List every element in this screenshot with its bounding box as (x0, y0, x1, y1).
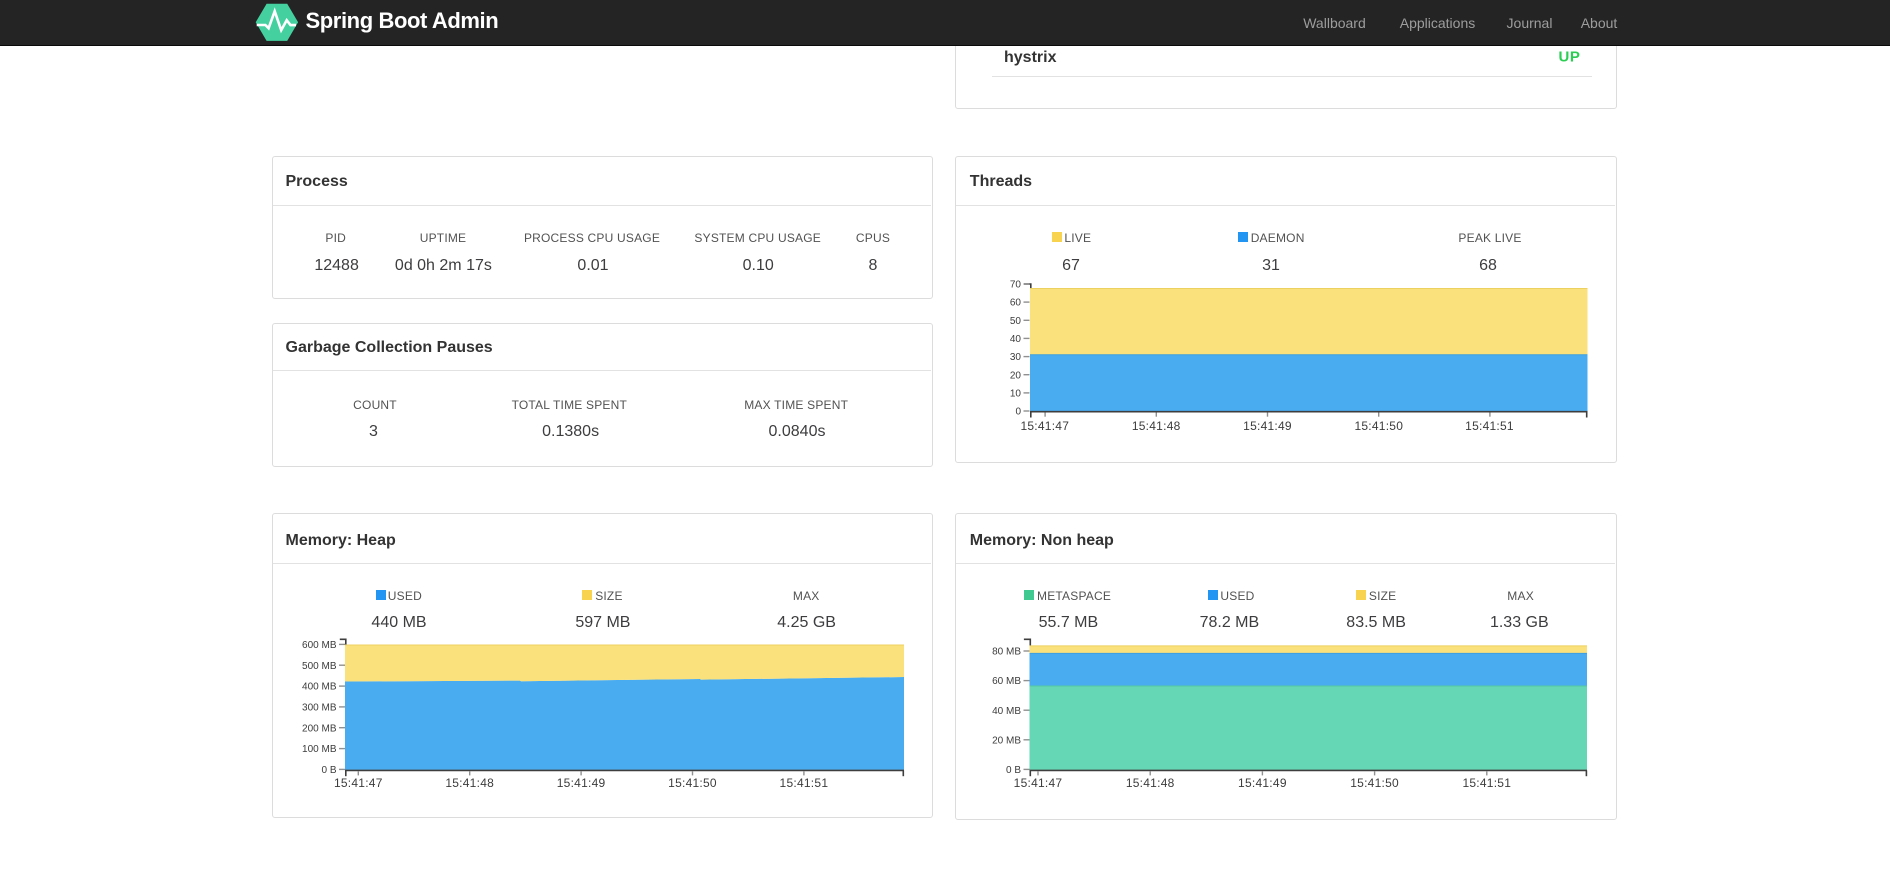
svg-text:15:41:47: 15:41:47 (334, 776, 383, 790)
svg-text:40: 40 (1010, 334, 1022, 345)
svg-text:60: 60 (1010, 298, 1022, 309)
svg-text:0 B: 0 B (321, 765, 336, 776)
svg-text:15:41:51: 15:41:51 (780, 776, 829, 790)
svg-text:30: 30 (1010, 352, 1022, 363)
svg-text:100 MB: 100 MB (302, 744, 337, 755)
svg-text:15:41:51: 15:41:51 (1465, 419, 1514, 433)
svg-text:15:41:48: 15:41:48 (445, 776, 494, 790)
svg-text:10: 10 (1010, 389, 1022, 400)
svg-text:60 MB: 60 MB (992, 676, 1021, 687)
svg-text:50: 50 (1010, 316, 1022, 327)
svg-text:200 MB: 200 MB (302, 723, 337, 734)
svg-text:70: 70 (1010, 280, 1022, 291)
svg-text:40 MB: 40 MB (992, 706, 1021, 717)
svg-text:300 MB: 300 MB (302, 703, 337, 714)
svg-text:500 MB: 500 MB (302, 661, 337, 672)
svg-text:600 MB: 600 MB (302, 640, 337, 651)
svg-text:15:41:47: 15:41:47 (1014, 776, 1063, 790)
svg-text:15:41:49: 15:41:49 (557, 776, 606, 790)
svg-text:15:41:50: 15:41:50 (1350, 776, 1399, 790)
svg-text:15:41:48: 15:41:48 (1126, 776, 1175, 790)
svg-text:20: 20 (1010, 370, 1022, 381)
svg-text:400 MB: 400 MB (302, 682, 337, 693)
svg-text:15:41:47: 15:41:47 (1020, 419, 1069, 433)
svg-text:15:41:48: 15:41:48 (1132, 419, 1181, 433)
svg-text:20 MB: 20 MB (992, 735, 1021, 746)
svg-text:0 B: 0 B (1006, 765, 1021, 776)
svg-text:15:41:49: 15:41:49 (1238, 776, 1287, 790)
svg-text:15:41:50: 15:41:50 (668, 776, 717, 790)
svg-text:15:41:50: 15:41:50 (1354, 419, 1403, 433)
svg-text:15:41:49: 15:41:49 (1243, 419, 1292, 433)
svg-text:0: 0 (1015, 407, 1021, 418)
svg-text:15:41:51: 15:41:51 (1462, 776, 1511, 790)
svg-text:80 MB: 80 MB (992, 647, 1021, 658)
